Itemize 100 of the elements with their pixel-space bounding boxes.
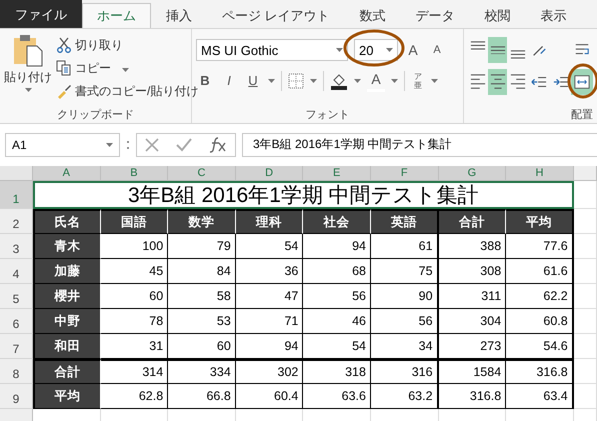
empty-cell[interactable]: [574, 359, 597, 384]
table-cell: 56: [303, 284, 371, 309]
formula-field[interactable]: 3年B組 2016年1学期 中間テスト集計: [242, 132, 597, 156]
italic-button[interactable]: I: [220, 70, 238, 90]
table-cell: 34: [370, 334, 439, 359]
row-header[interactable]: 9: [0, 384, 33, 409]
group-label: 配置: [570, 108, 593, 123]
column-header[interactable]: G: [438, 166, 506, 181]
merge-center-button[interactable]: [571, 69, 593, 95]
caret-icon[interactable]: [354, 78, 361, 82]
checkmark-icon[interactable]: [176, 138, 192, 152]
table-cell: 79: [168, 234, 236, 259]
grow-font-button[interactable]: A: [404, 40, 422, 60]
caret-icon[interactable]: [431, 78, 438, 82]
shrink-font-button[interactable]: A: [428, 40, 446, 60]
caret-icon[interactable]: [310, 78, 317, 82]
ribbon-tab[interactable]: 校閲: [470, 3, 526, 28]
phonetic-button[interactable]: ア 亜: [411, 70, 425, 90]
column-header[interactable]: B: [100, 166, 168, 181]
table-cell: 316.8: [438, 384, 506, 409]
header-cell: 合計: [33, 359, 101, 384]
empty-cell[interactable]: [574, 259, 597, 284]
table-cell: 304: [438, 309, 506, 334]
caret-icon[interactable]: [106, 142, 113, 146]
header-cell: 櫻井: [33, 284, 101, 309]
table-cell: 316.8: [506, 359, 574, 384]
paste-button[interactable]: 貼り付け: [4, 33, 52, 107]
ribbon-tab[interactable]: データ: [400, 3, 470, 28]
table-cell: 314: [100, 359, 168, 384]
table-cell: 100: [100, 234, 168, 259]
caret-icon[interactable]: [24, 88, 32, 92]
caret-icon[interactable]: [122, 68, 129, 72]
title-cell[interactable]: 3年B組 2016年1学期 中間テスト集計: [33, 181, 574, 209]
table-cell: 311: [438, 284, 506, 309]
ribbon-tab[interactable]: 数式: [344, 3, 401, 28]
underline-button[interactable]: U: [244, 70, 262, 90]
middle-align-button[interactable]: [488, 37, 507, 63]
group-label: クリップボード: [56, 108, 135, 123]
table-cell: 94: [303, 234, 371, 259]
row-header[interactable]: 1: [0, 181, 33, 209]
empty-cell[interactable]: [574, 334, 597, 359]
header-cell: 氏名: [33, 209, 101, 234]
empty-cell[interactable]: [574, 384, 597, 409]
copy-button[interactable]: コピー: [56, 58, 198, 78]
function-icon[interactable]: [208, 136, 227, 152]
empty-cell[interactable]: [574, 209, 597, 234]
center-align-button[interactable]: [488, 69, 507, 95]
bold-button[interactable]: B: [196, 70, 214, 90]
caret-icon[interactable]: [268, 78, 275, 82]
empty-cell[interactable]: [574, 309, 597, 334]
table-cell: 68: [303, 259, 371, 284]
ribbon-tab[interactable]: 表示: [526, 3, 582, 28]
ribbon-tab[interactable]: ページ レイアウト: [207, 3, 345, 28]
column-header[interactable]: H: [506, 166, 574, 181]
column-header[interactable]: C: [168, 166, 236, 181]
file-tab[interactable]: ファイル: [0, 0, 82, 28]
table-cell: 61.6: [506, 259, 574, 284]
row-header[interactable]: 6: [0, 309, 33, 334]
table-cell: 77.6: [506, 234, 574, 259]
table-cell: 273: [438, 334, 506, 359]
font-color-button[interactable]: A: [367, 69, 385, 92]
table-cell: 388: [438, 234, 506, 259]
row-header[interactable]: 5: [0, 284, 33, 309]
row-header[interactable]: 8: [0, 359, 33, 384]
borders-icon[interactable]: [288, 72, 304, 88]
table-cell: 45: [100, 259, 168, 284]
column-header[interactable]: D: [236, 166, 304, 181]
row-header[interactable]: 3: [0, 234, 33, 259]
table-cell: 302: [236, 359, 304, 384]
empty-cell[interactable]: [574, 284, 597, 309]
table-cell: 54: [303, 334, 371, 359]
annotation-circle: [344, 30, 404, 66]
table-cell: 60.8: [506, 309, 574, 334]
header-cell: 英語: [370, 209, 439, 234]
row-header[interactable]: 7: [0, 334, 33, 359]
column-header[interactable]: A: [33, 166, 101, 181]
fill-color-icon[interactable]: [330, 72, 348, 90]
caret-icon[interactable]: [386, 48, 393, 52]
caret-icon[interactable]: [391, 78, 398, 82]
ribbon-tab[interactable]: ホーム: [82, 3, 151, 28]
empty-cell[interactable]: [574, 234, 597, 259]
column-header[interactable]: E: [303, 166, 371, 181]
table-cell: 56: [370, 309, 439, 334]
font-size-field[interactable]: 20: [354, 39, 398, 61]
cancel-icon[interactable]: [145, 138, 160, 152]
table-cell: 84: [168, 259, 236, 284]
table-cell: 62.2: [506, 284, 574, 309]
name-box[interactable]: A1: [5, 132, 120, 156]
format-painter-button[interactable]: 書式のコピー/貼り付け: [56, 81, 198, 101]
header-cell: 加藤: [33, 259, 101, 284]
column-header[interactable]: F: [370, 166, 439, 181]
ribbon-tab[interactable]: 挿入: [151, 3, 207, 28]
row-header[interactable]: 4: [0, 259, 33, 284]
table-cell: 60.4: [236, 384, 304, 409]
cut-button[interactable]: 切り取り: [56, 35, 198, 55]
caret-icon[interactable]: [336, 48, 343, 52]
font-name-field[interactable]: MS UI Gothic: [196, 39, 348, 61]
row-header[interactable]: 2: [0, 209, 33, 234]
header-cell: 平均: [506, 209, 574, 234]
center-align-icon: [490, 74, 506, 90]
